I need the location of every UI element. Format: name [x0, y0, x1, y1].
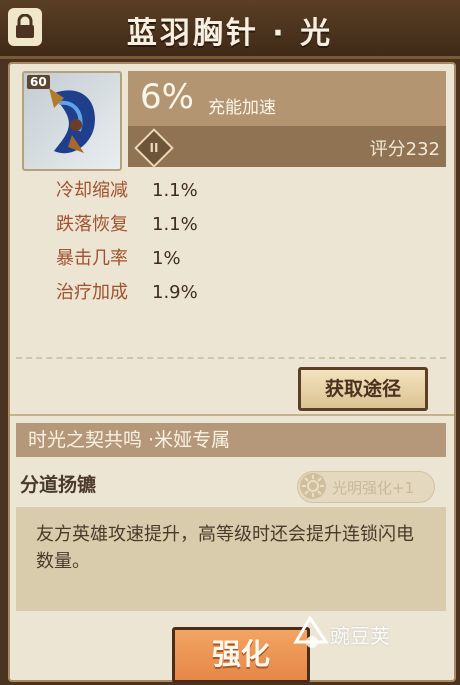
- header-bar: 蓝羽胸针 · 光: [0, 0, 460, 59]
- tier-label: II: [149, 141, 159, 155]
- light-boost-badge: 光明强化+1: [297, 471, 435, 503]
- main-stat-label: 充能加速: [208, 98, 276, 118]
- upgrade-button[interactable]: 强化: [172, 627, 310, 683]
- main-stat-value: 6%: [140, 77, 194, 117]
- item-level-badge: 60: [27, 75, 50, 89]
- substat-name: 暴击几率: [56, 248, 128, 269]
- divider: [16, 357, 446, 359]
- skill-description: 友方英雄攻速提升，高等级时还会提升连锁闪电数量。: [16, 507, 446, 611]
- watermark-text: 豌豆荚: [330, 624, 390, 648]
- item-title: 蓝羽胸针 · 光: [126, 16, 334, 51]
- substat-row: 跌落恢复 1.1%: [56, 208, 198, 242]
- set-title-bar: 时光之契共鸣 ·米娅专属: [16, 423, 446, 457]
- substat-value: 1.9%: [152, 282, 198, 303]
- substat-name: 跌落恢复: [56, 214, 128, 235]
- skill-name: 分道扬镳: [20, 474, 97, 496]
- main-stat-header: 6% 充能加速 II 评分232: [128, 71, 446, 168]
- item-score: 评分232: [369, 139, 440, 160]
- acquire-source-button[interactable]: 获取途径: [298, 367, 428, 411]
- substat-name: 冷却缩减: [56, 180, 128, 201]
- substat-value: 1%: [152, 248, 181, 269]
- main-stat-top: 6% 充能加速: [128, 71, 446, 126]
- tier-diamond-icon: II: [134, 128, 174, 168]
- divider: [10, 414, 454, 416]
- substat-row: 暴击几率 1%: [56, 242, 198, 276]
- equipment-detail-window: 蓝羽胸针 · 光 60 6% 充能加速 II 评分232 冷却缩减 1.1% 跌…: [0, 0, 460, 685]
- substat-value: 1.1%: [152, 180, 198, 201]
- substat-list: 冷却缩减 1.1% 跌落恢复 1.1% 暴击几率 1% 治疗加成 1.9%: [56, 174, 198, 310]
- item-panel: 60 6% 充能加速 II 评分232 冷却缩减 1.1% 跌落恢复 1.1% 暴击…: [8, 62, 456, 683]
- item-icon[interactable]: 60: [22, 71, 122, 171]
- substat-row: 治疗加成 1.9%: [56, 276, 198, 310]
- substat-row: 冷却缩减 1.1%: [56, 174, 198, 208]
- substat-name: 治疗加成: [56, 282, 128, 303]
- sun-icon: [300, 473, 326, 499]
- main-stat-bottom: II 评分232: [128, 126, 446, 168]
- watermark-logo-icon: [293, 615, 329, 648]
- badge-label: 光明强化+1: [332, 479, 415, 497]
- substat-value: 1.1%: [152, 214, 198, 235]
